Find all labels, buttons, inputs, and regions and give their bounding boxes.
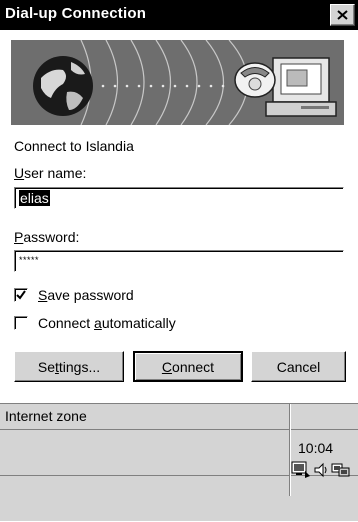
connect-button[interactable]: Connect — [133, 351, 243, 382]
connect-automatically-checkbox[interactable]: Connect automatically — [14, 315, 176, 331]
dialog-title: Dial-up Connection — [5, 5, 147, 22]
cancel-button[interactable]: Cancel — [251, 351, 346, 382]
clock[interactable]: 10:04 — [298, 440, 333, 456]
save-password-label: Save password — [38, 287, 134, 303]
globe-icon — [33, 56, 93, 116]
connect-automatically-box[interactable] — [14, 316, 28, 330]
connection-banner — [11, 40, 344, 125]
status-row-lower — [0, 476, 358, 522]
security-zone-label: Internet zone — [0, 404, 358, 430]
password-label: Password: — [14, 229, 80, 245]
save-password-checkbox[interactable]: Save password — [14, 287, 134, 303]
close-button[interactable] — [330, 4, 355, 26]
close-icon — [337, 10, 348, 20]
computer-icon — [265, 57, 337, 117]
settings-button[interactable]: Se t tings... — [14, 351, 124, 382]
checkmark-icon — [16, 290, 26, 300]
username-value: elias — [19, 190, 50, 206]
username-input[interactable]: elias — [14, 187, 344, 209]
save-password-box[interactable] — [14, 288, 28, 302]
speaker-icon[interactable] — [313, 461, 329, 479]
username-label: User name: — [14, 165, 87, 181]
dial-up-dialog: Dial-up Connection Connect to Islandia U… — [0, 0, 358, 385]
title-bar[interactable]: Dial-up Connection — [0, 0, 358, 30]
password-input[interactable]: ***** — [14, 250, 344, 272]
connect-to-label: Connect to Islandia — [14, 138, 134, 154]
password-value: ***** — [19, 255, 40, 265]
modem-connection-icon[interactable] — [331, 461, 351, 479]
network-monitor-icon[interactable] — [291, 461, 311, 479]
telephone-icon — [234, 62, 276, 98]
connect-automatically-label: Connect automatically — [38, 315, 176, 331]
tray-divider — [289, 404, 291, 496]
system-tray — [291, 461, 351, 479]
